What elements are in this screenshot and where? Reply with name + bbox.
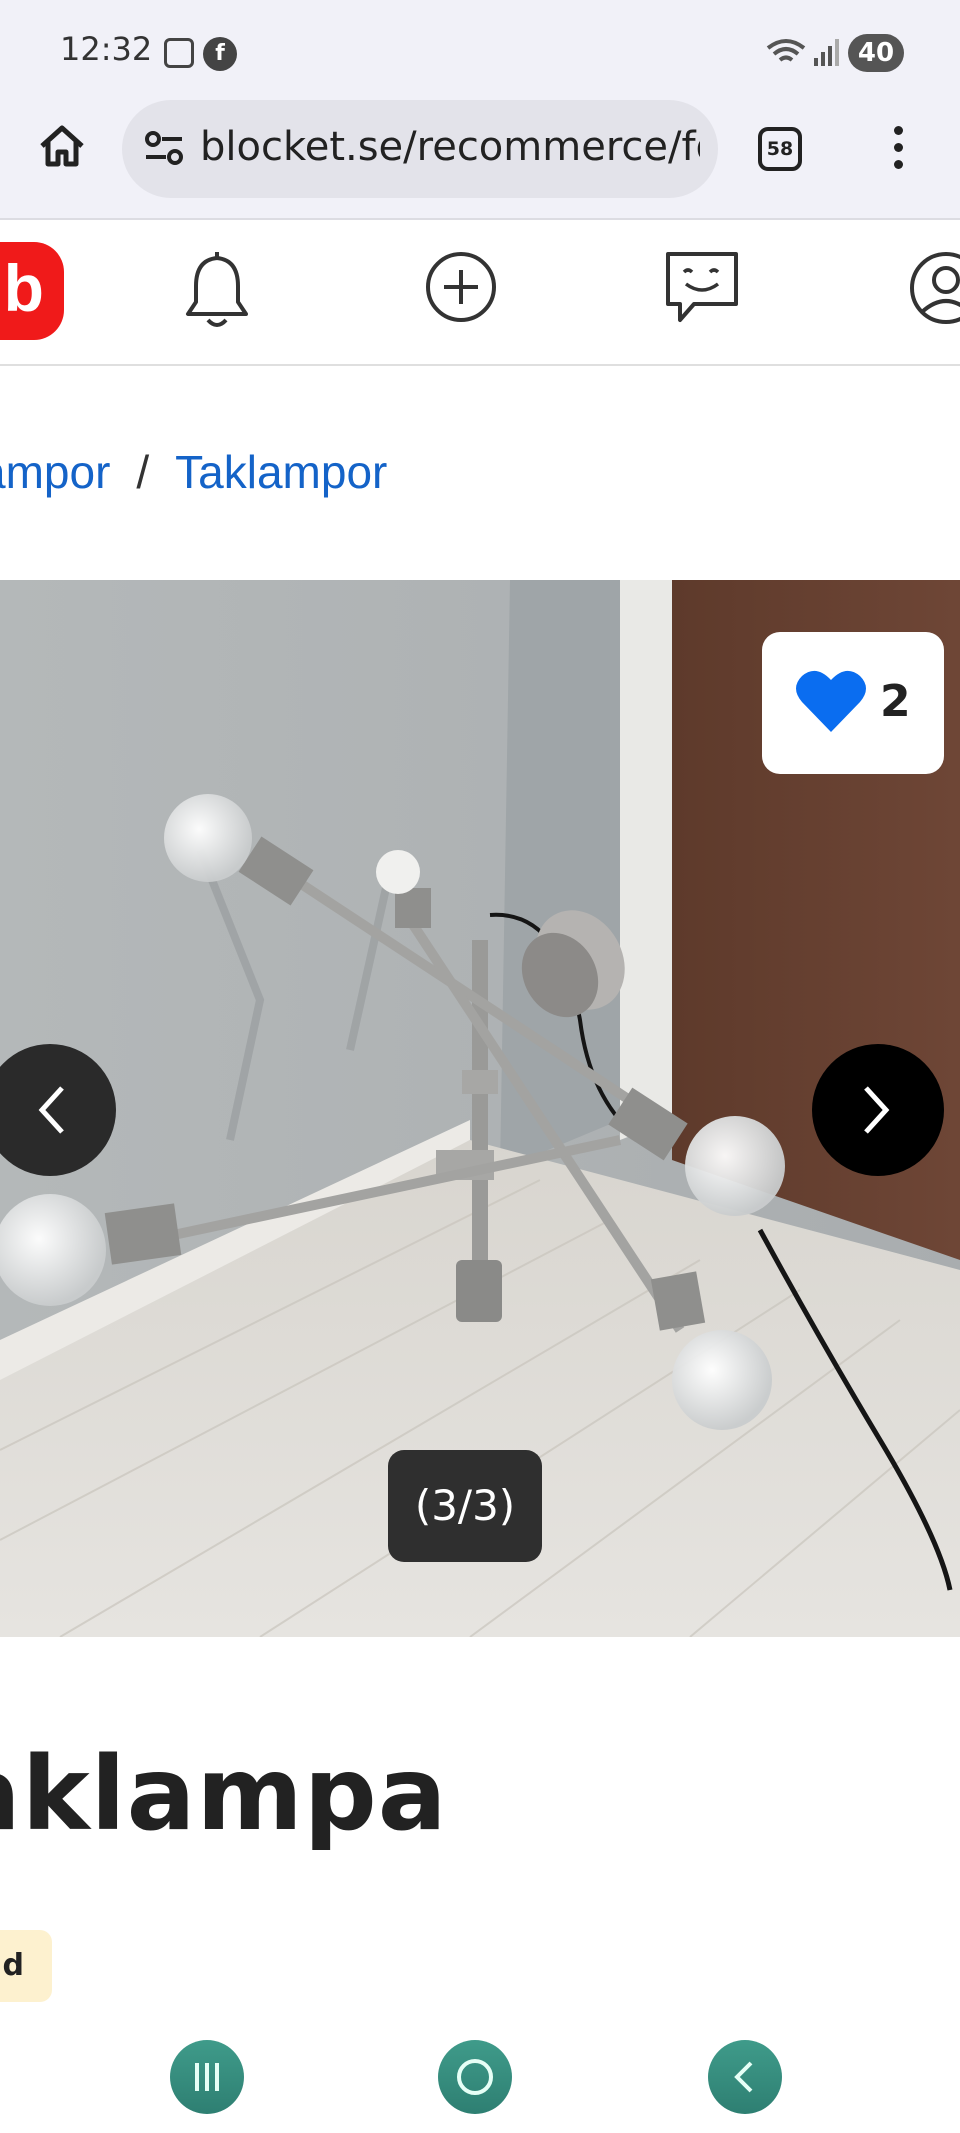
site-header: b — [0, 220, 960, 366]
chevron-left-icon — [38, 1086, 64, 1134]
favorite-button[interactable]: 2 — [762, 632, 944, 774]
site-settings-icon[interactable] — [144, 130, 184, 166]
facebook-icon: f — [203, 37, 237, 71]
image-counter: (3/3) — [388, 1450, 542, 1562]
signal-icon — [814, 39, 839, 66]
status-badge: ld — [0, 1930, 52, 2002]
breadcrumb-item-lampor[interactable]: ampor — [0, 446, 110, 498]
status-time: 12:32 — [60, 30, 153, 68]
chevron-right-icon — [864, 1086, 890, 1134]
home-icon[interactable] — [36, 120, 88, 172]
screenshot-icon — [164, 38, 194, 68]
favorite-count: 2 — [880, 676, 911, 727]
breadcrumb: ampor / Taklampor — [0, 445, 387, 499]
url-text: blocket.se/recommerce/forsaljning — [200, 124, 700, 170]
breadcrumb-separator: / — [136, 446, 150, 498]
system-navigation-bar — [0, 2030, 960, 2133]
status-bar: 12:32 f 40 — [0, 0, 960, 100]
ad-title: aklampa — [0, 1735, 448, 1854]
home-button[interactable] — [438, 2040, 512, 2114]
recents-button[interactable] — [170, 2040, 244, 2114]
home-circle-icon — [457, 2059, 493, 2095]
wifi-icon — [766, 39, 806, 62]
battery-indicator: 40 — [848, 34, 904, 72]
profile-icon[interactable] — [908, 250, 960, 326]
breadcrumb-item-taklampor[interactable]: Taklampor — [175, 446, 387, 498]
browser-toolbar: blocket.se/recommerce/forsaljning 58 — [0, 100, 960, 220]
tab-switcher-button[interactable]: 58 — [758, 127, 802, 171]
recents-icon — [195, 2063, 219, 2091]
heart-icon — [796, 670, 866, 732]
gallery-next-button[interactable] — [812, 1044, 944, 1176]
bell-icon[interactable] — [182, 250, 252, 336]
blocket-logo[interactable]: b — [0, 242, 64, 340]
image-gallery[interactable]: 2 (3/3) — [0, 580, 960, 1637]
chat-icon[interactable] — [664, 250, 740, 326]
address-bar[interactable]: blocket.se/recommerce/forsaljning — [122, 100, 718, 198]
browser-menu-button[interactable] — [886, 122, 910, 176]
back-icon — [734, 2061, 753, 2093]
plus-circle-icon[interactable] — [424, 250, 498, 324]
back-button[interactable] — [708, 2040, 782, 2114]
